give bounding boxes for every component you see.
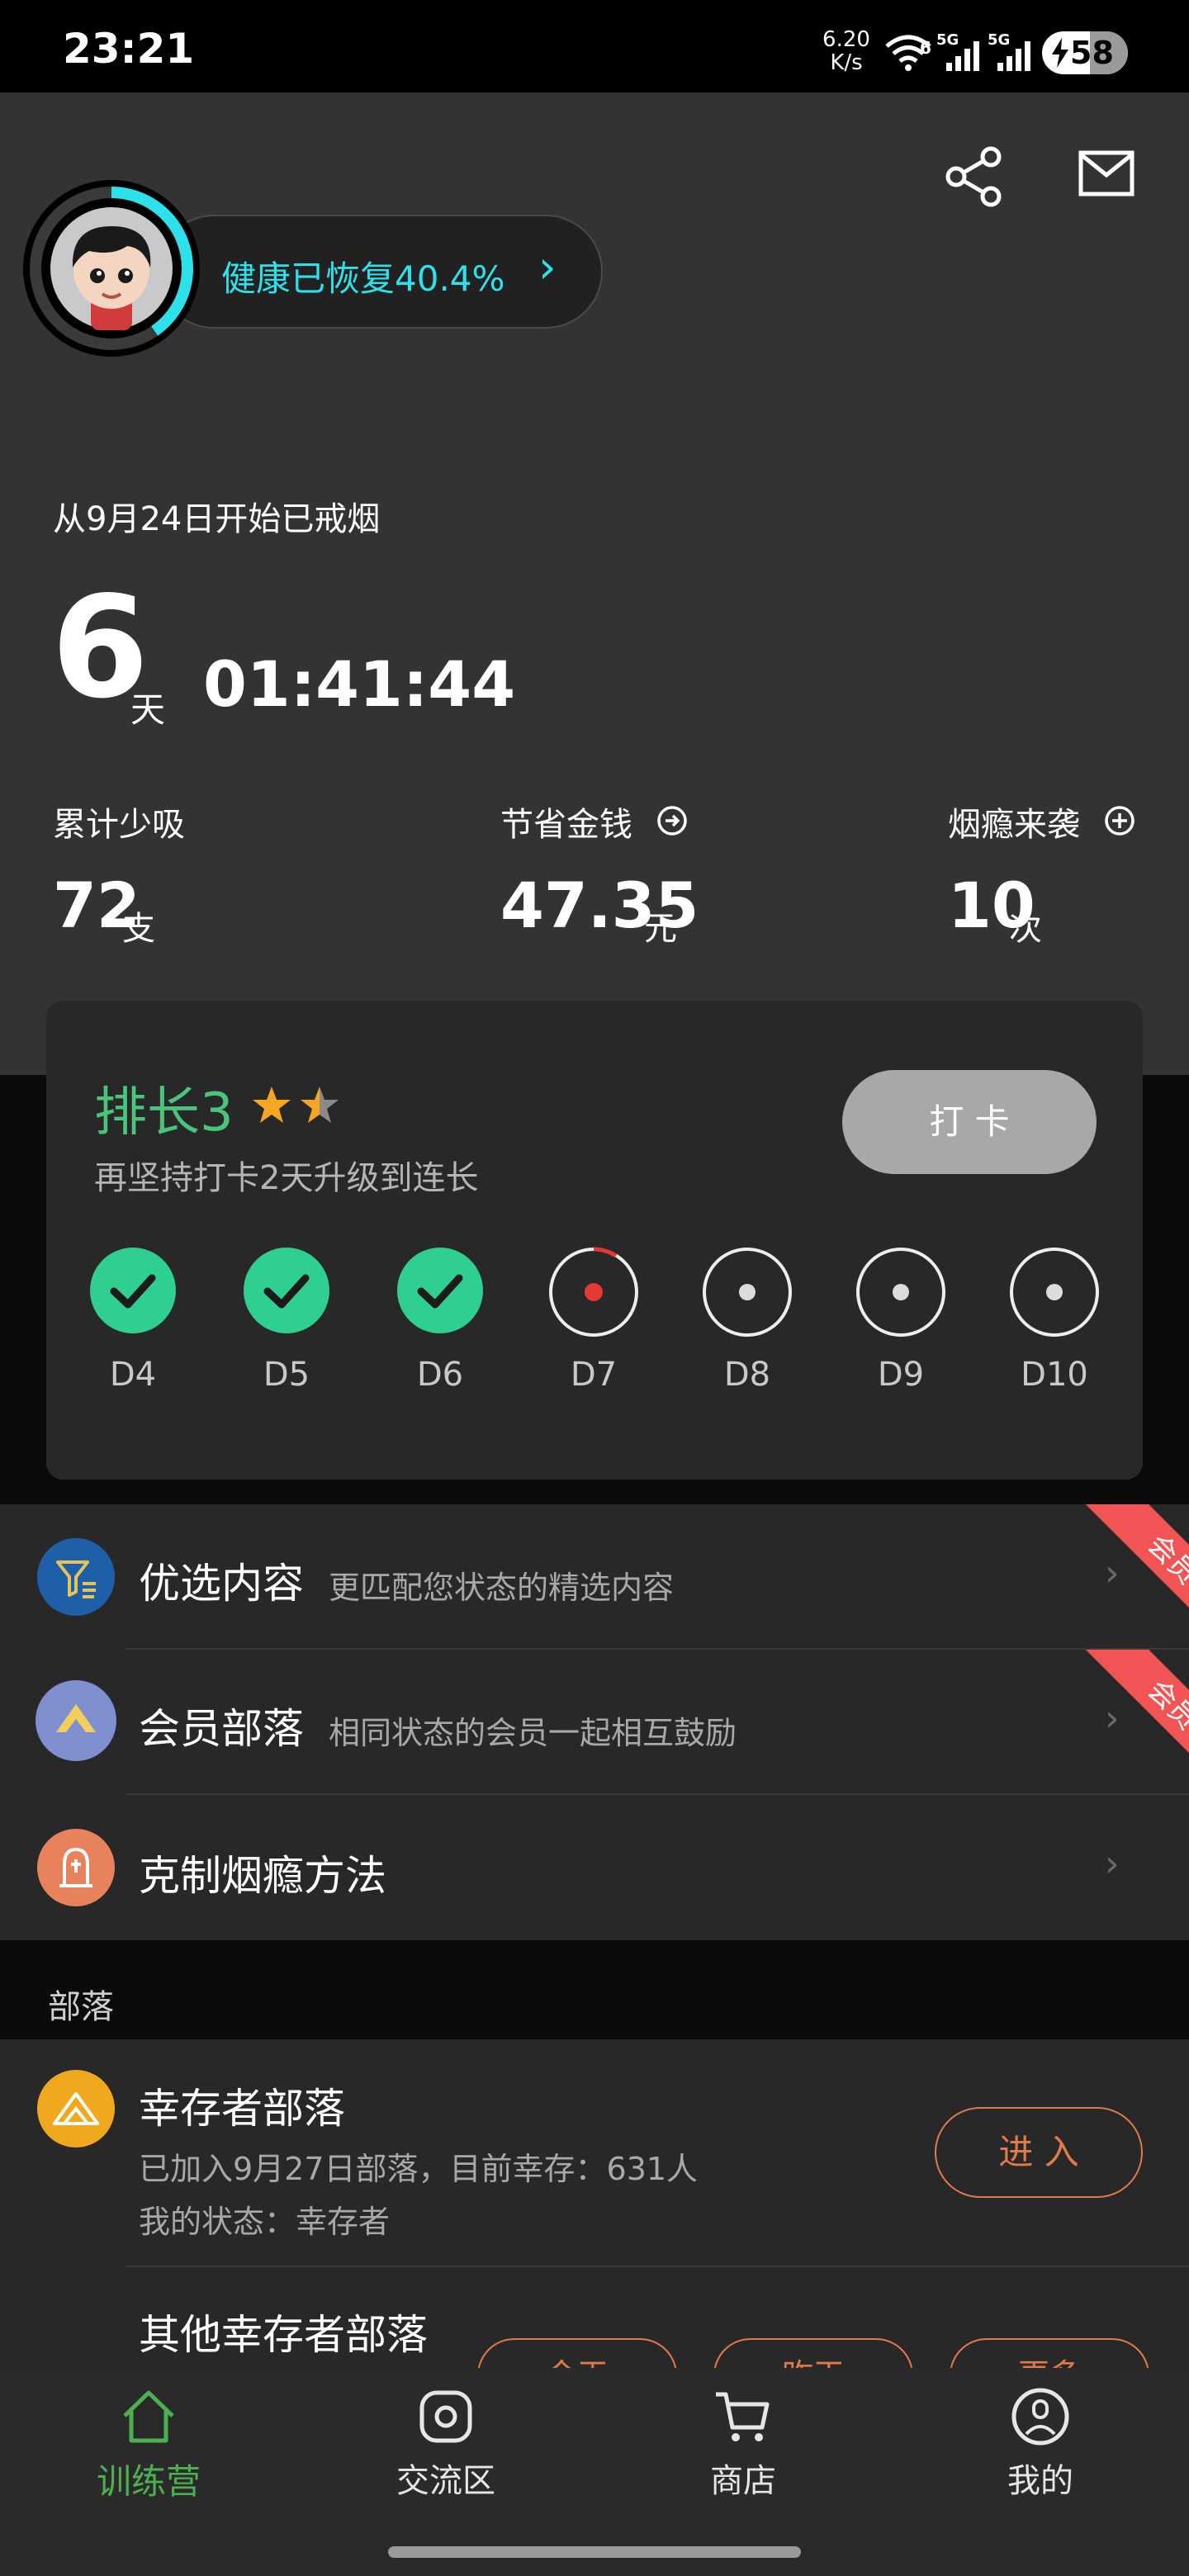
camera-icon bbox=[419, 2390, 472, 2443]
menu-item-title: 会员部落 bbox=[139, 1705, 304, 1753]
checkin-day-label: D10 bbox=[1021, 1356, 1088, 1394]
stat-label-cravings: 烟瘾来袭 bbox=[948, 806, 1080, 844]
chevron-right-icon: › bbox=[1105, 1843, 1120, 1885]
menu-item-craving-methods[interactable]: 克制烟瘾方法 › bbox=[0, 1795, 1189, 1940]
quit-timer: 01:41:44 bbox=[203, 647, 516, 721]
chevron-right-icon: › bbox=[1105, 1698, 1120, 1740]
checkin-day-d4: D4 bbox=[88, 1247, 178, 1394]
checkin-day-label: D8 bbox=[723, 1356, 771, 1394]
arrow-circle-icon bbox=[657, 806, 687, 836]
tribe-section-header: 部落 bbox=[48, 1988, 114, 2026]
checkin-day-label: D9 bbox=[877, 1356, 925, 1394]
rank-stars-icon bbox=[253, 1087, 339, 1123]
status-bar: 23:21 6.20 K/s 6 5G 5G 58 bbox=[0, 0, 1189, 92]
signal-bars-icon bbox=[946, 41, 979, 71]
filter-icon bbox=[37, 1538, 115, 1616]
avatar-face-icon bbox=[50, 207, 173, 330]
cart-icon bbox=[716, 2392, 770, 2441]
tab-store[interactable]: 商店 bbox=[661, 2386, 826, 2526]
stat-label-money-saved: 节省金钱 bbox=[500, 806, 632, 844]
checkin-day-d9: D9 bbox=[855, 1247, 946, 1394]
rank-subtitle: 再坚持打卡2天升级到连长 bbox=[94, 1159, 479, 1197]
my-tribe-name: 幸存者部落 bbox=[139, 2085, 345, 2133]
quit-since-text: 从9月24日开始已戒烟 bbox=[53, 500, 381, 538]
battery-level: 58 bbox=[1070, 35, 1114, 71]
tab-label: 我的 bbox=[1007, 2462, 1073, 2500]
stat-unit-money-saved: 元 bbox=[644, 910, 677, 948]
chevron-right-icon: › bbox=[1105, 1552, 1120, 1594]
signal-1: 5G bbox=[936, 31, 983, 73]
menu-item-desc: 相同状态的会员一起相互鼓励 bbox=[329, 1715, 737, 1751]
checkin-day-d5: D5 bbox=[241, 1247, 332, 1394]
stat-unit-less-smoked: 支 bbox=[122, 910, 155, 948]
my-tribe-status: 我的状态：幸存者 bbox=[139, 2204, 391, 2240]
network-speed: 6.20 K/s bbox=[817, 28, 875, 74]
tab-me[interactable]: 我的 bbox=[958, 2386, 1123, 2526]
menu-item-member-tribe[interactable]: 会员部落 相同状态的会员一起相互鼓励 › 会员 bbox=[0, 1650, 1189, 1795]
checkin-day-d10: D10 bbox=[1009, 1247, 1100, 1394]
rank-title: 排长3 bbox=[94, 1082, 234, 1144]
checkin-day-d6: D6 bbox=[395, 1247, 486, 1394]
my-tribe-info: 已加入9月27日部落，目前幸存：631人 bbox=[139, 2151, 699, 2187]
health-text: 健康已恢复40.4% bbox=[221, 258, 505, 299]
wifi-label: 6 bbox=[920, 38, 931, 58]
checkin-day-label: D7 bbox=[570, 1356, 618, 1394]
checkin-day-label: D6 bbox=[416, 1356, 464, 1394]
network-speed-value: 6.20 bbox=[822, 27, 870, 52]
rank-card: 排长3 再坚持打卡2天升级到连长 打 卡 D4 D5 D6 D7 D8 D9 D… bbox=[46, 1001, 1143, 1480]
tab-label: 商店 bbox=[710, 2462, 776, 2500]
avatar[interactable] bbox=[23, 180, 200, 357]
pending-day-icon bbox=[1010, 1248, 1099, 1337]
health-chevron-icon: › bbox=[538, 241, 557, 293]
checkin-button[interactable]: 打 卡 bbox=[842, 1070, 1097, 1174]
stat-unit-cravings: 次 bbox=[1009, 910, 1042, 948]
home-icon bbox=[123, 2390, 174, 2443]
stat-money-saved[interactable]: 节省金钱 bbox=[500, 798, 699, 844]
battery-indicator: 58 bbox=[1042, 31, 1128, 74]
charging-bolt-icon bbox=[1052, 38, 1068, 68]
pending-day-icon bbox=[703, 1248, 792, 1337]
menu-item-desc: 更匹配您状态的精选内容 bbox=[329, 1570, 675, 1606]
pending-day-icon bbox=[856, 1248, 945, 1337]
current-day-icon bbox=[549, 1247, 638, 1337]
tribe-icon bbox=[36, 1680, 116, 1761]
plus-circle-icon bbox=[1105, 806, 1135, 836]
signal-bars-icon bbox=[997, 41, 1030, 71]
check-done-icon bbox=[244, 1248, 329, 1333]
checkin-day-d7: D7 bbox=[548, 1247, 639, 1394]
check-done-icon bbox=[90, 1248, 176, 1333]
tab-label: 交流区 bbox=[396, 2462, 495, 2500]
share-icon[interactable] bbox=[943, 145, 1006, 208]
tab-training-camp[interactable]: 训练营 bbox=[66, 2386, 231, 2526]
checkin-days: D4 D5 D6 D7 D8 D9 D10 bbox=[46, 1247, 1143, 1428]
home-indicator bbox=[388, 2546, 801, 2558]
checkin-day-label: D5 bbox=[263, 1356, 310, 1394]
checkin-day-d8: D8 bbox=[702, 1247, 793, 1394]
check-done-icon bbox=[397, 1248, 483, 1333]
method-icon bbox=[37, 1829, 115, 1906]
network-speed-unit: K/s bbox=[830, 50, 863, 75]
menu-item-title: 克制烟瘾方法 bbox=[139, 1852, 386, 1900]
signal-2: 5G bbox=[988, 31, 1034, 73]
mountain-icon bbox=[37, 2070, 115, 2147]
other-tribes-title: 其他幸存者部落 bbox=[139, 2311, 428, 2359]
stat-cravings[interactable]: 烟瘾来袭 bbox=[948, 798, 1146, 844]
stat-label-less-smoked: 累计少吸 bbox=[53, 806, 185, 844]
checkin-day-label: D4 bbox=[109, 1356, 157, 1394]
member-ribbon: 会员 bbox=[1080, 1504, 1189, 1650]
bottom-tab-bar: 训练营 交流区 商店 我的 bbox=[0, 2368, 1189, 2576]
enter-tribe-button[interactable]: 进 入 bbox=[935, 2107, 1143, 2198]
divider bbox=[126, 2266, 1189, 2267]
tab-label: 训练营 bbox=[96, 2461, 201, 2502]
health-pill[interactable]: 健康已恢复40.4% › bbox=[157, 215, 603, 329]
menu-item-title: 优选内容 bbox=[139, 1560, 304, 1608]
tribe-section: 幸存者部落 已加入9月27日部落，目前幸存：631人 我的状态：幸存者 进 入 … bbox=[0, 2039, 1189, 2413]
menu-item-featured-content[interactable]: 优选内容 更匹配您状态的精选内容 › 会员 bbox=[0, 1504, 1189, 1650]
profile-icon bbox=[1011, 2388, 1069, 2446]
status-time: 23:21 bbox=[63, 25, 195, 73]
mail-icon[interactable] bbox=[1078, 150, 1135, 197]
member-ribbon: 会员 bbox=[1080, 1650, 1189, 1795]
tab-community[interactable]: 交流区 bbox=[363, 2386, 528, 2526]
quit-days-unit: 天 bbox=[130, 689, 166, 730]
